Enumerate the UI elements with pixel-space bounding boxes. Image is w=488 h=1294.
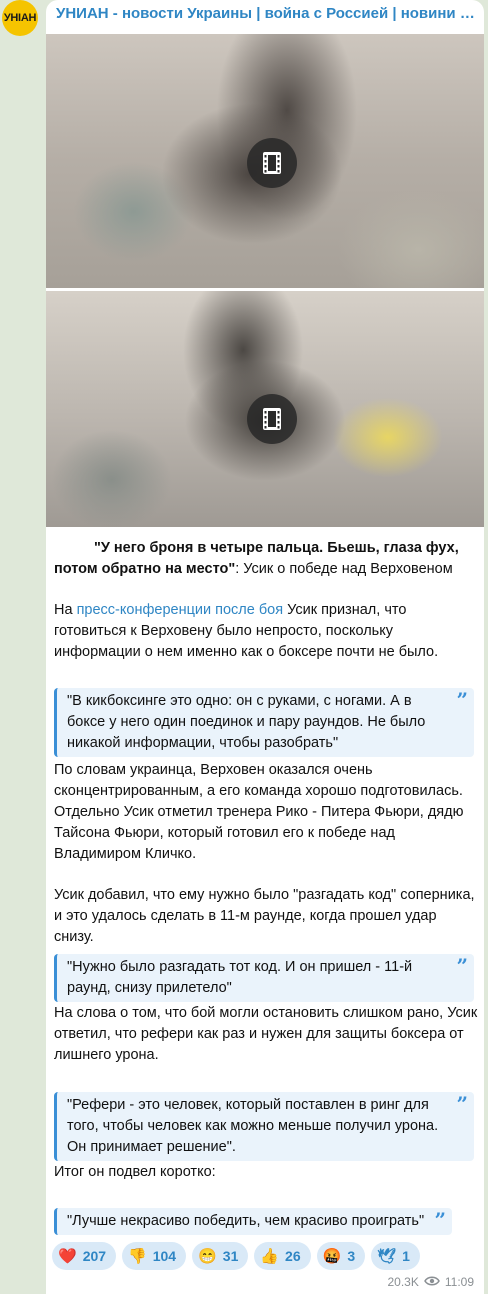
- reaction-grin[interactable]: 😁 31: [192, 1242, 249, 1270]
- dove-icon: 🕊: [377, 1247, 397, 1265]
- message-meta: 20.3K 11:09: [388, 1275, 475, 1289]
- channel-avatar[interactable]: УНІАН: [2, 0, 38, 36]
- grin-icon: 😁: [198, 1247, 217, 1265]
- thumbs-down-icon: 👎: [128, 1247, 147, 1265]
- headline-rest: : Усик о победе над Верховеном: [235, 561, 453, 577]
- post-headline: "У него броня в четыре пальца. Бьешь, гл…: [54, 538, 478, 580]
- reaction-count: 31: [222, 1248, 239, 1264]
- thumbs-up-icon: 👍: [260, 1247, 280, 1265]
- blockquote-3: "Рефери - это человек, который поставлен…: [54, 1092, 474, 1161]
- reaction-thumbs-down[interactable]: 👎 104: [122, 1242, 187, 1270]
- paragraph-3: Усик добавил, что ему нужно было "разгад…: [54, 887, 475, 945]
- reaction-count: 1: [402, 1248, 410, 1264]
- reaction-count: 207: [82, 1248, 107, 1264]
- quote-icon: ”: [456, 1092, 468, 1116]
- reaction-heart[interactable]: ❤️ 207: [52, 1242, 117, 1270]
- quote-icon: ”: [456, 688, 468, 712]
- view-count: 20.3K: [387, 1275, 419, 1289]
- video-thumbnail-1[interactable]: [46, 34, 484, 288]
- reaction-count: 104: [152, 1248, 177, 1264]
- quote-icon: ”: [434, 1208, 446, 1232]
- reaction-thumbs-up[interactable]: 👍 26: [254, 1242, 311, 1270]
- message-time: 11:09: [444, 1275, 474, 1289]
- blockquote-4: "Лучше некрасиво победить, чем красиво п…: [54, 1208, 452, 1235]
- quote-icon: ”: [456, 954, 468, 978]
- blockquote-2: "Нужно было разгадать тот код. И он приш…: [54, 954, 474, 1002]
- paragraph-1: На пресс-конференции после боя Усик приз…: [54, 602, 439, 660]
- reactions-bar: ❤️ 207 👎 104 😁 31 👍 26 🤬 3 🕊 1: [52, 1242, 420, 1270]
- reaction-dove[interactable]: 🕊 1: [371, 1242, 420, 1270]
- press-conference-link[interactable]: пресс-конференции после боя: [77, 602, 284, 618]
- channel-name[interactable]: УНИАН - новости Украины | война с Россие…: [56, 4, 478, 24]
- reaction-count: 3: [347, 1248, 356, 1264]
- video-icon[interactable]: [247, 394, 297, 444]
- video-thumbnail-2[interactable]: [46, 291, 484, 527]
- paragraph-2: По словам украинца, Верховен оказался оч…: [54, 762, 464, 862]
- reaction-angry[interactable]: 🤬 3: [316, 1242, 366, 1270]
- blockquote-1: "В кикбоксинге это одно: он с руками, с …: [54, 688, 474, 757]
- eye-icon: [423, 1275, 440, 1289]
- avatar-label: УНІАН: [3, 12, 37, 24]
- video-icon[interactable]: [247, 138, 297, 188]
- paragraph-4: На слова о том, что бой могли остановить…: [54, 1005, 478, 1063]
- message-bubble: УНИАН - новости Украины | война с Россие…: [46, 0, 484, 1294]
- reaction-count: 26: [285, 1248, 301, 1264]
- paragraph-5: Итог он подвел коротко:: [54, 1164, 216, 1180]
- angry-face-icon: 🤬: [322, 1247, 342, 1265]
- heart-icon: ❤️: [58, 1247, 77, 1265]
